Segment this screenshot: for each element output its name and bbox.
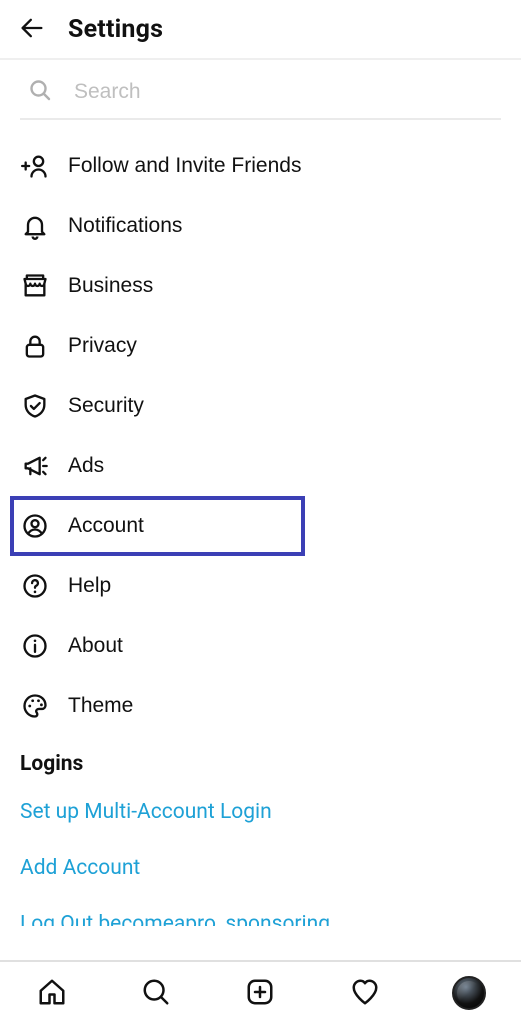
avatar <box>452 976 486 1010</box>
settings-item-follow-and-invite-friends[interactable]: Follow and Invite Friends <box>0 136 521 196</box>
help-circle-icon <box>20 571 50 601</box>
logins-section-title: Logins <box>0 736 521 784</box>
store-icon <box>20 271 50 301</box>
settings-item-theme[interactable]: Theme <box>0 676 521 736</box>
shield-icon <box>20 391 50 421</box>
logins-link-2[interactable]: Log Out becomeapro_sponsoring <box>0 896 521 926</box>
settings-item-notifications[interactable]: Notifications <box>0 196 521 256</box>
logins-link-0[interactable]: Set up Multi-Account Login <box>0 784 521 840</box>
settings-item-business[interactable]: Business <box>0 256 521 316</box>
settings-item-privacy[interactable]: Privacy <box>0 316 521 376</box>
settings-item-label: Account <box>68 514 144 538</box>
page-title: Settings <box>68 15 163 44</box>
add-post-icon <box>245 977 275 1010</box>
search-input[interactable] <box>74 80 501 104</box>
back-arrow-icon <box>18 14 46 45</box>
settings-item-label: Follow and Invite Friends <box>68 154 301 178</box>
settings-item-account[interactable]: Account <box>10 496 305 556</box>
nav-add-post[interactable] <box>236 969 284 1017</box>
home-icon <box>37 977 67 1010</box>
bottom-nav <box>0 960 521 1024</box>
nav-home[interactable] <box>28 969 76 1017</box>
settings-item-about[interactable]: About <box>0 616 521 676</box>
settings-item-ads[interactable]: Ads <box>0 436 521 496</box>
person-circle-icon <box>20 511 50 541</box>
info-circle-icon <box>20 631 50 661</box>
megaphone-icon <box>20 451 50 481</box>
nav-profile[interactable] <box>445 969 493 1017</box>
search-icon <box>28 78 52 106</box>
bell-icon <box>20 211 50 241</box>
search-divider <box>20 118 501 120</box>
settings-item-help[interactable]: Help <box>0 556 521 616</box>
settings-item-label: Ads <box>68 454 104 478</box>
nav-search[interactable] <box>132 969 180 1017</box>
settings-item-label: Business <box>68 274 153 298</box>
settings-item-label: Privacy <box>68 334 137 358</box>
settings-item-label: Help <box>68 574 111 598</box>
palette-icon <box>20 691 50 721</box>
lock-icon <box>20 331 50 361</box>
nav-activity[interactable] <box>341 969 389 1017</box>
settings-item-label: Notifications <box>68 214 182 238</box>
header: Settings <box>0 0 521 58</box>
settings-list: Follow and Invite Friends Notifications Bu… <box>0 130 521 1024</box>
search-row[interactable] <box>0 60 521 118</box>
settings-item-label: About <box>68 634 123 658</box>
follow-invite-icon <box>20 151 50 181</box>
back-button[interactable] <box>14 11 50 47</box>
heart-icon <box>350 977 380 1010</box>
settings-item-label: Theme <box>68 694 133 718</box>
settings-item-label: Security <box>68 394 144 418</box>
settings-item-security[interactable]: Security <box>0 376 521 436</box>
search-icon <box>141 977 171 1010</box>
logins-link-1[interactable]: Add Account <box>0 840 521 896</box>
